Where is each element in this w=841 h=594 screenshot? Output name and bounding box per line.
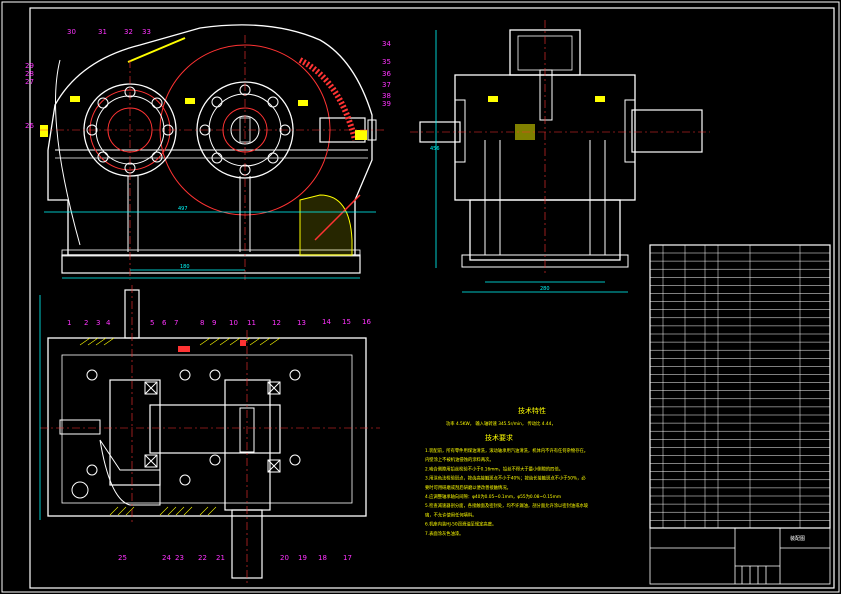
dim-side-height: 456 — [430, 146, 440, 152]
part-label-36: 36 — [382, 70, 391, 78]
tech-req-line: 璃，不允许使用任何填料。 — [425, 511, 477, 518]
part-label-13: 13 — [297, 319, 306, 327]
tech-req-title: 技术要求 — [485, 433, 513, 442]
tech-req-line: 内壁涂上不被机油侵蚀的涂料两次。 — [425, 456, 494, 463]
parts-list-table — [649, 244, 831, 529]
part-label-19: 19 — [298, 554, 307, 562]
part-label-6: 6 — [162, 319, 167, 327]
part-label-11: 11 — [247, 319, 256, 327]
tech-req-line: 4.应调整轴承轴向间隙：φ40为0.05~0.1mm，φ55为0.08~0.15… — [425, 493, 561, 500]
part-label-7: 7 — [174, 319, 178, 327]
part-label-32: 32 — [124, 28, 133, 36]
part-label-12: 12 — [272, 319, 281, 327]
part-label-15: 15 — [342, 318, 351, 326]
part-label-29: 29 — [25, 62, 34, 70]
part-label-28: 28 — [25, 70, 34, 78]
part-label-25: 25 — [118, 554, 127, 562]
part-label-10: 10 — [229, 319, 238, 327]
plan-section-view — [39, 285, 380, 585]
part-label-35: 35 — [382, 58, 391, 66]
tech-req-line: 3.用涂色法检验斑点，按齿高接触斑点不小于40%；按齿长接触斑点不小于50%，必 — [425, 475, 586, 482]
part-label-2: 2 — [84, 319, 88, 327]
part-label-24: 24 — [162, 554, 171, 562]
tech-req-line: 1.装配前，所有零件用煤油清洗，滚动轴承用汽油清洗，机体内不许有任何杂物存在。 — [425, 447, 588, 454]
part-label-9: 9 — [212, 319, 216, 327]
part-label-30: 30 — [67, 28, 76, 36]
part-label-4: 4 — [106, 319, 111, 327]
part-label-3: 3 — [96, 319, 100, 327]
part-label-16: 16 — [362, 318, 371, 326]
tech-req-line: 7.表面涂灰色油漆。 — [425, 530, 463, 537]
part-label-27: 27 — [25, 78, 34, 86]
part-label-17: 17 — [343, 554, 352, 562]
dim-base-spacing: 180 — [180, 264, 190, 270]
part-label-14: 14 — [322, 318, 331, 326]
tech-spec-line: 功率 4.5KW， 输入轴转速 345.5r/min， 传动比 4.44， — [446, 420, 556, 427]
part-label-31: 31 — [98, 28, 107, 36]
tech-req-line: 要时可用研磨或刮后研磨以便改善接触情况。 — [425, 484, 511, 491]
part-label-34: 34 — [382, 40, 391, 48]
part-label-39: 39 — [382, 100, 391, 108]
tech-req-lines: 1.装配前，所有零件用煤油清洗，滚动轴承用汽油清洗，机体内不许有任何杂物存在。 … — [425, 447, 589, 537]
tech-req-line: 6.机座内装HJ-50润滑油至规定高度。 — [425, 521, 496, 528]
part-label-20: 20 — [280, 554, 289, 562]
dim-side-width: 280 — [540, 286, 550, 292]
tech-req-line: 2.啮合侧隙用铅丝检验不小于0.16mm，铅丝不得大于最小侧隙的四倍。 — [425, 465, 563, 472]
part-label-18: 18 — [318, 554, 327, 562]
dim-overall-length: 497 — [178, 206, 188, 212]
part-label-37: 37 — [382, 81, 391, 89]
part-label-21: 21 — [216, 554, 225, 562]
part-label-33: 33 — [142, 28, 151, 36]
part-label-1: 1 — [67, 319, 71, 327]
front-elevation-view: 497 180 — [40, 24, 385, 280]
part-label-26: 26 — [25, 122, 34, 130]
part-label-8: 8 — [200, 319, 204, 327]
inner-border — [29, 7, 835, 589]
part-label-38: 38 — [382, 92, 391, 100]
part-label-23: 23 — [175, 554, 184, 562]
tech-req-line: 5.检查减速器剖分面，各接触面及密封处，均不许漏油，剖分面允许涂以密封油或水玻 — [425, 502, 589, 509]
assembly-drawing: 497 180 456 280 30 31 32 333435363738392… — [1, 1, 840, 593]
part-label-5: 5 — [150, 319, 154, 327]
part-label-22: 22 — [198, 554, 207, 562]
tech-spec-title: 技术特性 — [518, 406, 546, 415]
side-elevation-view: 456 280 — [410, 20, 710, 293]
title-block-title: 装配图 — [790, 535, 805, 542]
